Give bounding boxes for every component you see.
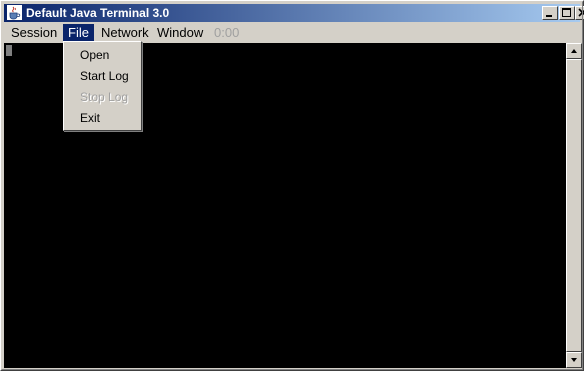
session-timer: 0:00 bbox=[214, 25, 240, 40]
menu-item-start-log[interactable]: Start Log bbox=[66, 66, 139, 86]
menu-item-open[interactable]: Open bbox=[66, 45, 139, 65]
maximize-icon bbox=[562, 8, 571, 17]
menu-item-exit[interactable]: Exit bbox=[66, 108, 139, 128]
maximize-button[interactable] bbox=[559, 6, 575, 20]
arrow-up-icon bbox=[571, 49, 577, 53]
title-bar[interactable]: Default Java Terminal 3.0 bbox=[4, 4, 584, 22]
minimize-button[interactable] bbox=[542, 6, 558, 20]
menu-item-stop-log: Stop Log bbox=[80, 90, 129, 104]
menu-session[interactable]: Session bbox=[6, 24, 62, 42]
scroll-up-button[interactable] bbox=[566, 43, 582, 59]
vertical-scrollbar[interactable] bbox=[566, 43, 582, 368]
close-button[interactable] bbox=[575, 6, 584, 20]
menu-bar: Session File Network Window 0:00 bbox=[4, 23, 580, 43]
scroll-down-button[interactable] bbox=[566, 352, 582, 368]
menu-file[interactable]: File bbox=[63, 24, 94, 42]
java-cup-icon bbox=[7, 5, 22, 20]
menu-network[interactable]: Network bbox=[96, 24, 154, 42]
minimize-icon bbox=[546, 15, 552, 17]
close-icon bbox=[578, 8, 584, 17]
arrow-down-icon bbox=[571, 358, 577, 362]
scroll-thumb[interactable] bbox=[566, 59, 582, 352]
terminal-cursor bbox=[6, 45, 12, 56]
terminal-window: Default Java Terminal 3.0 Session File N… bbox=[0, 0, 584, 371]
window-title: Default Java Terminal 3.0 bbox=[26, 6, 170, 20]
file-menu-dropdown: Open Start Log Stop Log Exit bbox=[63, 41, 142, 131]
menu-window[interactable]: Window bbox=[152, 24, 208, 42]
